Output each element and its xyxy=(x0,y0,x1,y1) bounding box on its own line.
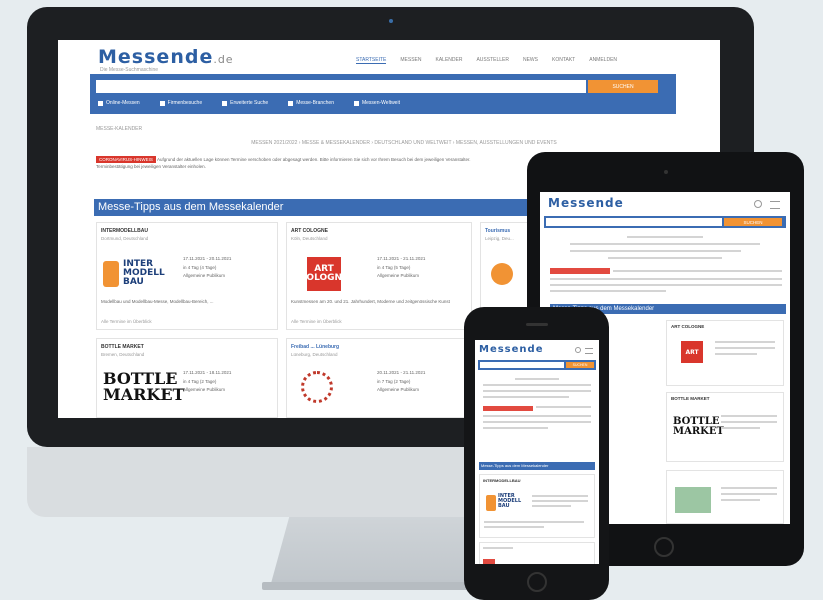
search-panel: SUCHEN Online-Messen Firmenbesuche Erwei… xyxy=(90,74,676,114)
card-title[interactable]: INTERMODELLBAU xyxy=(483,478,521,483)
subnav-weltweit[interactable]: Messen-Weltweit xyxy=(353,100,400,106)
notice-text: Aufgrund der aktuellen Lage können Termi… xyxy=(156,157,471,162)
card-location: Bremen, Deutschland xyxy=(101,352,145,357)
phone-search-panel: SUCHEN xyxy=(478,360,596,370)
monitor-camera xyxy=(389,19,393,23)
bottle-market-logo: BOTTLE MARKET xyxy=(103,369,185,404)
subnav-erweiterte-suche[interactable]: Erweiterte Suche xyxy=(222,100,268,106)
intermodellbau-text-logo: INTER MODELL BAU xyxy=(498,493,522,509)
intermodellbau-logo: INTER MODELL BAU xyxy=(103,257,173,293)
tablet-event-card[interactable] xyxy=(666,470,784,524)
card-link[interactable]: Alle Termine im Überblick xyxy=(291,319,342,324)
card-lines xyxy=(532,495,588,507)
tablet-text-lines xyxy=(570,236,760,264)
nav-item-aussteller[interactable]: AUSSTELLER xyxy=(476,57,509,64)
nav-item-start[interactable]: STARTSEITE xyxy=(356,57,387,64)
tablet-event-card[interactable]: ART COLOGNE ART xyxy=(666,320,784,386)
card-lines xyxy=(715,341,775,355)
page-headline: MESSEN 2021/2022 › MESSE & MESSEKALENDER… xyxy=(251,140,557,146)
card-description: Modellbau und Modellbau-Messe, Modellbau… xyxy=(101,299,214,304)
card-location: Dortmund, Deutschland xyxy=(101,236,149,241)
card-title[interactable]: INTERMODELLBAU xyxy=(101,228,148,234)
nav-item-news[interactable]: NEWS xyxy=(523,57,538,64)
card-logo xyxy=(483,559,495,564)
event-logo xyxy=(301,371,333,403)
main-nav: STARTSEITE MESSEN KALENDER AUSSTELLER NE… xyxy=(356,57,617,64)
nav-item-kontakt[interactable]: KONTAKT xyxy=(552,57,575,64)
tablet-logo[interactable]: Messende xyxy=(548,196,624,210)
tablet-camera xyxy=(664,170,668,174)
card-dates: 17.11.2021 - 18.11.2021 in 4 Tag (2 Tage)… xyxy=(183,370,232,393)
card-title[interactable]: Tourismus xyxy=(485,228,510,234)
event-card[interactable]: BOTTLE MARKET Bremen, Deutschland BOTTLE… xyxy=(96,338,278,418)
card-dates: 17.11.2021 - 21.11.2021 in 4 Tag (5 Tage)… xyxy=(377,256,426,279)
card-dates: 20.11.2021 - 21.11.2021 in 7 Tag (2 Tage)… xyxy=(377,370,426,393)
phone-speaker xyxy=(526,323,548,326)
notice-text-2: Terminbestätigung bei jeweiligen Veranst… xyxy=(96,164,206,170)
phone-text-lines xyxy=(483,378,591,429)
menu-icon[interactable] xyxy=(770,201,780,209)
phone-event-card[interactable] xyxy=(479,542,595,564)
breadcrumb: MESSE-KALENDER xyxy=(96,126,143,132)
card-location: Köln, Deutschland xyxy=(291,236,328,241)
bottle-market-logo: BOTTLE MARKET xyxy=(673,416,724,437)
card-dates: 17.11.2021 - 20.11.2021 in 4 Tag (4 Tage)… xyxy=(183,256,232,279)
nav-item-anmelden[interactable]: ANMELDEN xyxy=(589,57,617,64)
search-input[interactable] xyxy=(96,80,586,93)
art-cologne-logo: ART xyxy=(681,341,703,363)
notice-badge: CORONAVIRUS-HINWEIS xyxy=(96,156,156,163)
tablet-home-button[interactable] xyxy=(654,537,674,557)
user-icon[interactable] xyxy=(575,347,581,353)
phone-home-button[interactable] xyxy=(527,572,547,592)
site-tagline: Die Messe-Suchmaschine xyxy=(100,67,159,73)
subnav-online-messen[interactable]: Online-Messen xyxy=(98,100,140,106)
event-card[interactable]: INTERMODELLBAU Dortmund, Deutschland INT… xyxy=(96,222,278,330)
card-location: Leipzig, Deu... xyxy=(485,236,514,241)
art-cologne-logo: ART COLOGNE xyxy=(300,257,348,291)
phone-search-button[interactable]: SUCHEN xyxy=(566,362,594,368)
event-card[interactable]: Freibad ... Lüneburg Lüneburg, Deutschla… xyxy=(286,338,472,418)
card-title[interactable]: ART COLOGNE xyxy=(291,228,328,234)
card-title[interactable]: BOTTLE MARKET xyxy=(101,344,144,350)
card-description: Kunstmessen am 20. und 21. Jahrhundert, … xyxy=(291,299,450,304)
tablet-notice xyxy=(550,268,782,292)
subnav-firmenbesuche[interactable]: Firmenbesuche xyxy=(159,100,202,106)
tablet-search-button[interactable]: SUCHEN xyxy=(724,218,782,226)
nav-item-messen[interactable]: MESSEN xyxy=(400,57,421,64)
tablet-search-input[interactable] xyxy=(546,218,722,226)
event-image xyxy=(675,487,711,513)
phone-screen: Messende SUCHEN Messe-Tipps aus dem Mess… xyxy=(475,340,599,564)
card-lines xyxy=(721,415,777,429)
site-logo[interactable]: Messende.de xyxy=(98,46,234,68)
subnav-branchen[interactable]: Messe-Branchen xyxy=(288,100,334,106)
event-card[interactable]: ART COLOGNE Köln, Deutschland ART COLOGN… xyxy=(286,222,472,330)
card-title[interactable]: Freibad ... Lüneburg xyxy=(291,344,339,350)
user-icon[interactable] xyxy=(754,200,762,208)
card-lines xyxy=(721,487,777,501)
phone-section-title: Messe-Tipps aus dem Messekalender xyxy=(479,462,595,470)
card-title[interactable]: BOTTLE MARKET xyxy=(671,396,710,401)
tablet-event-card[interactable]: BOTTLE MARKET BOTTLE MARKET xyxy=(666,392,784,462)
search-button[interactable]: SUCHEN xyxy=(588,80,658,93)
tablet-search-panel: SUCHEN xyxy=(544,216,786,228)
card-lines xyxy=(484,521,584,528)
menu-icon[interactable] xyxy=(585,348,593,354)
card-link[interactable]: Alle Termine im Überblick xyxy=(101,319,152,324)
tourism-logo xyxy=(491,263,513,285)
card-line xyxy=(483,547,513,549)
card-location: Lüneburg, Deutschland xyxy=(291,352,338,357)
phone-event-card[interactable]: INTERMODELLBAU INTER MODELL BAU xyxy=(479,474,595,538)
phone-search-input[interactable] xyxy=(480,362,564,368)
section-title: Messe-Tipps aus dem Messekalender xyxy=(94,199,538,216)
phone-logo[interactable]: Messende xyxy=(479,344,543,355)
nav-item-kalender[interactable]: KALENDER xyxy=(436,57,463,64)
sub-nav: Online-Messen Firmenbesuche Erweiterte S… xyxy=(98,100,400,106)
card-title[interactable]: ART COLOGNE xyxy=(671,324,704,329)
intermodellbau-logo xyxy=(486,495,496,511)
